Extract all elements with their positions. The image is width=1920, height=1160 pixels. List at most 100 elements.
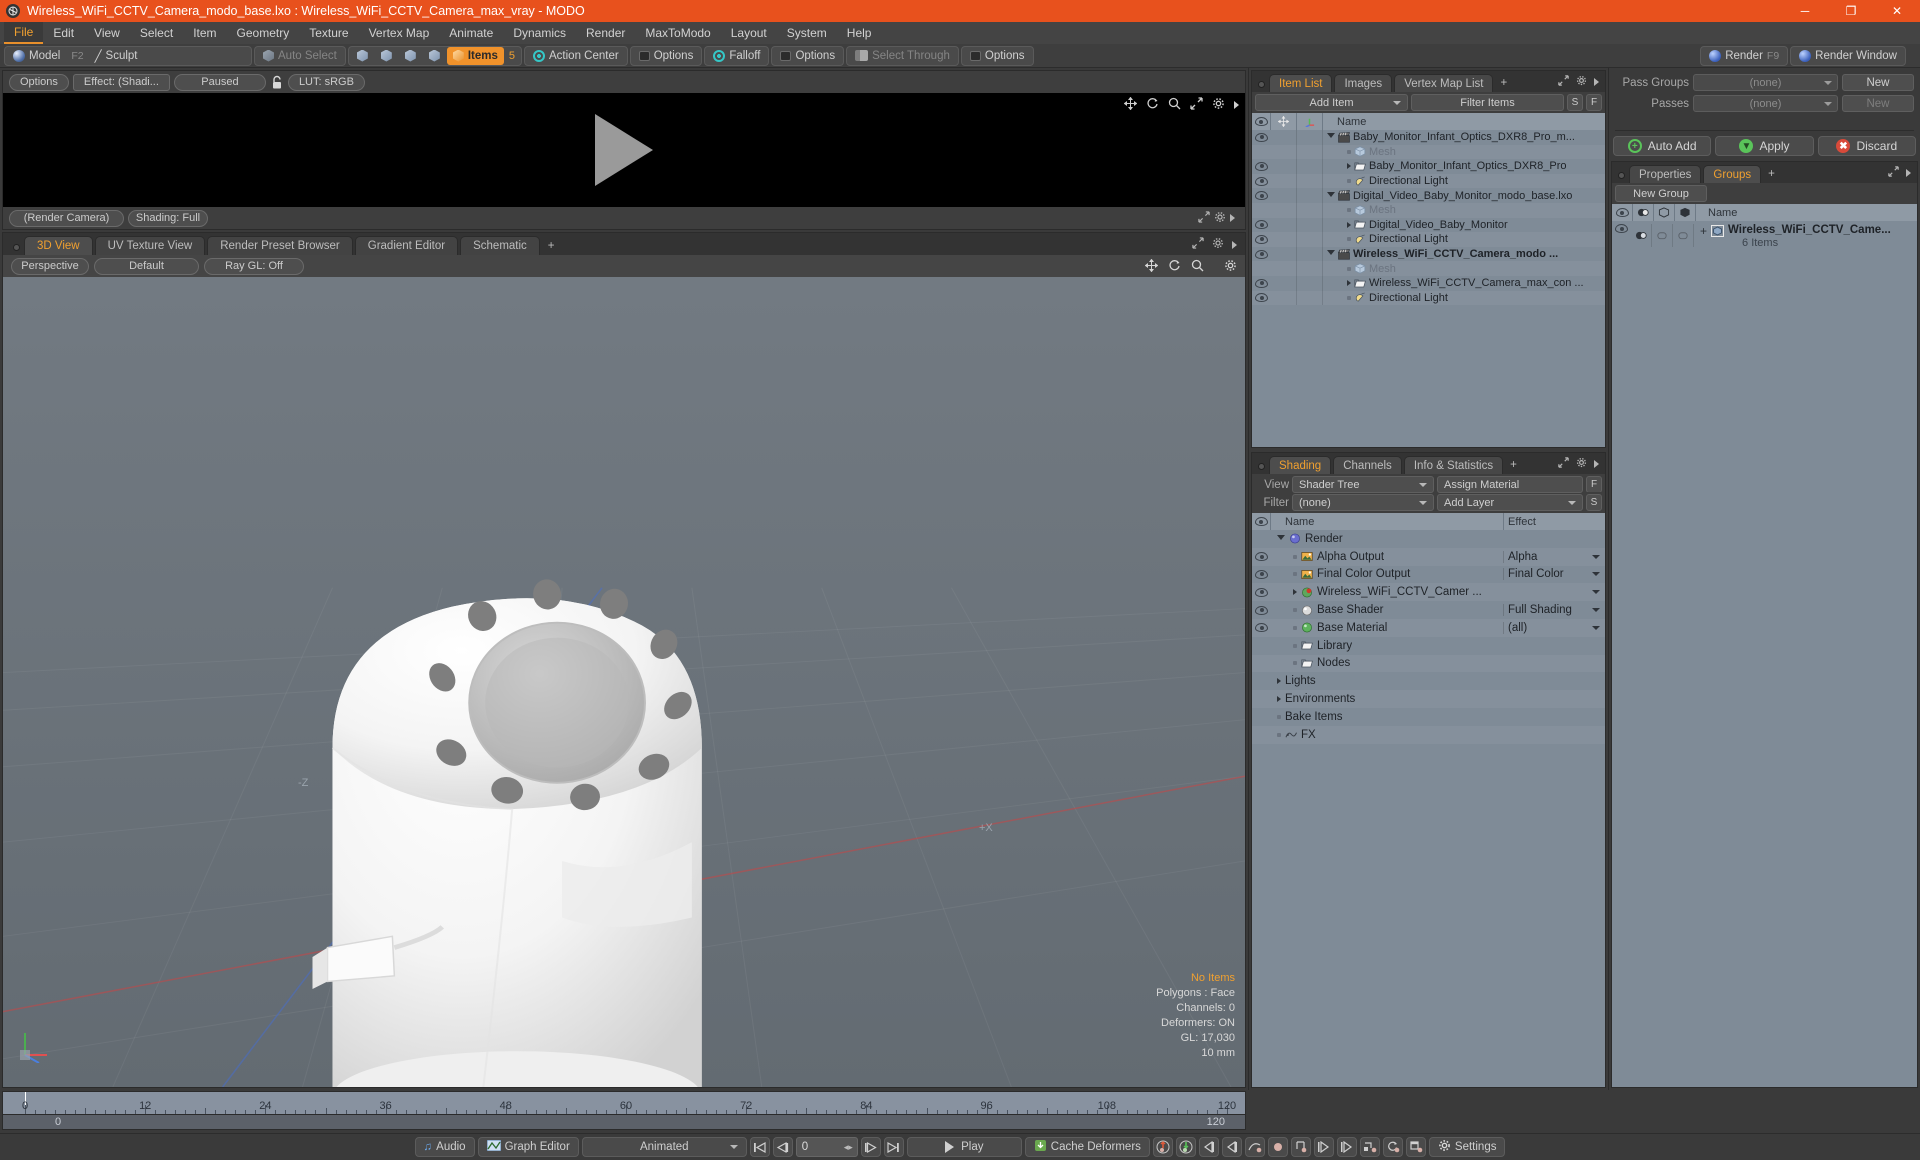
row-axis-cell[interactable] [1297, 173, 1323, 189]
items-mode-button[interactable]: Items [446, 46, 504, 65]
shader-row-name-cell[interactable]: Final Color Output [1271, 568, 1503, 580]
group-expand-plus[interactable]: + [1700, 224, 1707, 238]
preview-gear-icon[interactable] [1214, 211, 1226, 226]
menu-item-geometry[interactable]: Geometry [227, 22, 300, 44]
row-lock-cell[interactable] [1271, 159, 1297, 174]
add-viewport-tab-button[interactable]: + [542, 236, 561, 255]
row-axis-cell[interactable] [1297, 130, 1323, 145]
item-list-row[interactable]: Baby_Monitor_Infant_Optics_DXR8_Pro_m... [1252, 130, 1605, 145]
timeline-ruler[interactable]: 0 12 24 36 48 60 72 84 96 108 120 [2, 1091, 1246, 1115]
minimize-button[interactable]: ─ [1782, 0, 1828, 22]
pass-groups-dropdown[interactable]: (none) [1693, 74, 1838, 91]
menu-item-texture[interactable]: Texture [299, 22, 358, 44]
shader-row-name-cell[interactable]: Nodes [1271, 657, 1503, 669]
reload-channel-button[interactable] [1382, 1137, 1403, 1157]
eye-icon[interactable] [1255, 587, 1268, 597]
shader-row-visibility-toggle[interactable] [1252, 623, 1271, 633]
group-render-toggle[interactable] [1652, 224, 1673, 247]
item-list-row[interactable]: Directional Light [1252, 173, 1605, 189]
animated-dropdown[interactable]: Animated [581, 1137, 747, 1157]
shader-tree-dropdown[interactable]: Shader Tree [1292, 476, 1434, 493]
row-name-cell[interactable]: Directional Light [1323, 233, 1605, 245]
groups-tree[interactable]: + Wireless_WiFi_CCTV_Came... 6 Items [1612, 221, 1917, 1087]
item-list-row[interactable]: Baby_Monitor_Infant_Optics_DXR8_Pro [1252, 159, 1605, 174]
row-axis-cell[interactable] [1297, 232, 1323, 247]
menu-item-vertex-map[interactable]: Vertex Map [359, 22, 440, 44]
shader-tree-row[interactable]: Nodes [1252, 654, 1605, 673]
eye-icon[interactable] [1255, 552, 1268, 562]
tab-3d-view[interactable]: 3D View [24, 236, 93, 255]
shader-row-effect-cell[interactable]: Alpha [1503, 550, 1605, 563]
row-lock-cell[interactable] [1271, 217, 1297, 233]
previous-frame-button[interactable] [772, 1137, 793, 1157]
group-select-toggle[interactable] [1673, 224, 1694, 247]
eye-icon[interactable] [1255, 234, 1268, 244]
viewport-gear-icon[interactable] [1212, 237, 1224, 252]
preview-paused-button[interactable]: Paused [173, 73, 266, 91]
raygl-button[interactable]: Ray GL: Off [204, 257, 304, 275]
timeline-range-bar[interactable]: 0 120 [2, 1115, 1246, 1130]
preview-fit-icon[interactable] [1198, 210, 1210, 226]
menu-item-select[interactable]: Select [130, 22, 183, 44]
shader-row-name-cell[interactable]: Wireless_WiFi_CCTV_Camer ... [1271, 586, 1503, 598]
shader-tree-row[interactable]: FX [1252, 725, 1605, 744]
settings-button[interactable]: Settings [1428, 1137, 1506, 1157]
maximize-viewport-icon[interactable] [1192, 237, 1204, 252]
render-camera-button[interactable]: (Render Camera) [9, 209, 124, 227]
curve-key-button[interactable] [1244, 1137, 1265, 1157]
channel-link-button[interactable] [1359, 1137, 1380, 1157]
row-lock-cell[interactable] [1271, 130, 1297, 145]
row-axis-cell[interactable] [1297, 188, 1323, 203]
row-name-cell[interactable]: Mesh [1323, 204, 1605, 216]
shader-row-visibility-toggle[interactable] [1252, 605, 1271, 615]
shader-row-name-cell[interactable]: Base Shader [1271, 604, 1503, 616]
menu-item-animate[interactable]: Animate [439, 22, 503, 44]
row-lock-cell[interactable] [1271, 232, 1297, 247]
add-groups-tab-button[interactable]: + [1763, 165, 1780, 183]
item-list-row[interactable]: Directional Light [1252, 290, 1605, 306]
shading-panel-dot-icon[interactable] [1258, 463, 1265, 470]
shading-mode-button[interactable]: Shading: Full [128, 209, 208, 227]
eye-icon[interactable] [1255, 249, 1268, 259]
groups-maximize-icon[interactable] [1888, 166, 1899, 180]
row-visibility-toggle[interactable] [1252, 249, 1271, 259]
gear-icon[interactable] [1212, 97, 1225, 113]
auto-select-button[interactable]: Auto Select [257, 47, 343, 65]
chevron-down-icon[interactable] [1327, 191, 1335, 200]
shading-s-button[interactable]: S [1586, 494, 1602, 511]
falloff-options-button[interactable]: Options [774, 47, 841, 65]
preview-play-triangle-icon[interactable] [595, 114, 653, 186]
tab-shading[interactable]: Shading [1269, 456, 1332, 474]
close-button[interactable]: ✕ [1874, 0, 1920, 22]
shader-tree-row[interactable]: Base Shader Full Shading [1252, 601, 1605, 619]
row-visibility-toggle[interactable] [1252, 132, 1271, 142]
shading-chevron-icon[interactable] [1594, 460, 1599, 468]
shader-row-effect-cell[interactable]: Final Color [1503, 568, 1605, 581]
tab-render-preset-browser[interactable]: Render Preset Browser [207, 236, 353, 255]
menu-item-file[interactable]: File [4, 22, 44, 44]
tab-vertex-map-list[interactable]: Vertex Map List [1394, 74, 1494, 92]
item-list-tree[interactable]: Baby_Monitor_Infant_Optics_DXR8_Pro_m...… [1252, 130, 1605, 447]
audio-button[interactable]: ♫ Audio [414, 1137, 475, 1157]
add-layer-dropdown[interactable]: Add Layer [1437, 494, 1583, 511]
tab-properties[interactable]: Properties [1629, 165, 1702, 183]
preview-chevron-icon[interactable] [1230, 214, 1235, 222]
eye-icon[interactable] [1255, 605, 1268, 615]
action-center-options-button[interactable]: Options [633, 47, 700, 65]
maximize-button[interactable]: ❐ [1828, 0, 1874, 22]
row-visibility-toggle[interactable] [1252, 176, 1271, 186]
add-item-list-tab-button[interactable]: + [1495, 74, 1512, 92]
row-axis-cell[interactable] [1297, 261, 1323, 276]
chevron-right-icon[interactable] [1277, 678, 1281, 685]
row-name-cell[interactable]: Baby_Monitor_Infant_Optics_DXR8_Pro_m... [1323, 131, 1605, 143]
chevron-right-icon[interactable] [1293, 589, 1297, 596]
chevron-right-icon[interactable] [1277, 696, 1281, 703]
play-button[interactable]: Play [906, 1137, 1022, 1157]
panel-dot-icon[interactable] [13, 244, 20, 251]
bake-channel-button[interactable] [1405, 1137, 1426, 1157]
next-key-button[interactable] [1313, 1137, 1334, 1157]
tab-gradient-editor[interactable]: Gradient Editor [354, 236, 459, 255]
row-lock-cell[interactable] [1271, 290, 1297, 306]
shader-row-visibility-toggle[interactable] [1252, 730, 1271, 739]
row-lock-cell[interactable] [1271, 188, 1297, 203]
